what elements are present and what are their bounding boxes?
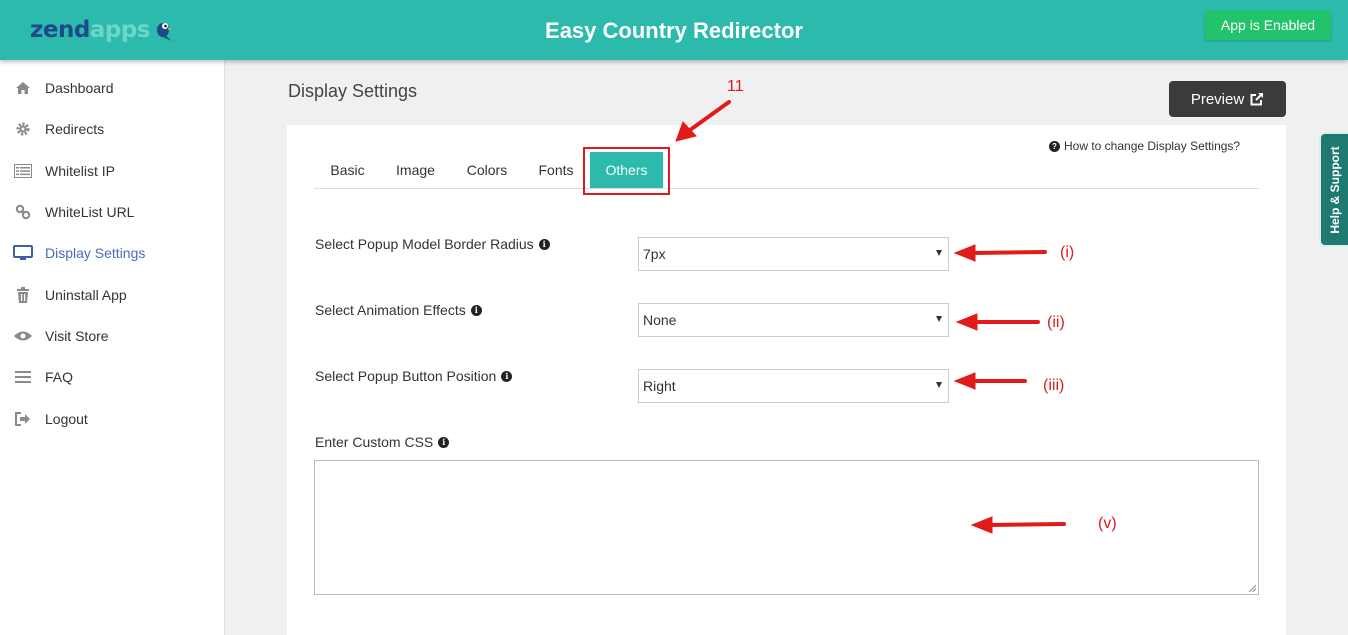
others-tab-highlight	[583, 147, 670, 195]
external-link-icon	[1250, 92, 1264, 106]
tab-colors[interactable]: Colors	[455, 152, 519, 188]
tab-basic[interactable]: Basic	[316, 152, 379, 188]
sidebar-item-visit-store[interactable]: Visit Store	[0, 318, 224, 354]
link-icon	[13, 202, 33, 222]
sidebar: Dashboard Redirects Whitelist IP WhiteLi…	[0, 60, 225, 635]
step-number-annotation: 11	[727, 78, 744, 95]
app-title: Easy Country Redirector	[545, 18, 803, 43]
annotation-iii: (iii)	[1043, 377, 1065, 394]
sidebar-item-dashboard[interactable]: Dashboard	[0, 70, 224, 106]
annotation-ii: (ii)	[1047, 314, 1065, 331]
app-enabled-button[interactable]: App is Enabled	[1205, 10, 1331, 40]
eye-icon	[13, 326, 33, 346]
sidebar-item-whitelist-url[interactable]: WhiteList URL	[0, 194, 224, 230]
home-icon	[13, 78, 33, 98]
custom-css-textarea[interactable]	[314, 460, 1259, 595]
preview-button[interactable]: Preview	[1169, 81, 1286, 117]
caret-down-icon	[936, 250, 942, 256]
gear-icon	[13, 119, 33, 139]
help-link[interactable]: ? How to change Display Settings?	[1049, 139, 1240, 153]
resize-handle-icon[interactable]	[1248, 584, 1256, 592]
custom-css-label: Enter Custom CSS i	[315, 434, 450, 450]
monitor-icon	[13, 243, 33, 263]
trash-icon	[13, 285, 33, 305]
annotation-v: (v)	[1098, 515, 1117, 532]
page-title: Display Settings	[288, 81, 418, 101]
border-radius-select[interactable]: 7px	[638, 237, 949, 271]
caret-down-icon	[936, 382, 942, 388]
sidebar-item-redirects[interactable]: Redirects	[0, 111, 224, 147]
button-position-select[interactable]: Right	[638, 369, 949, 403]
info-icon[interactable]: i	[538, 238, 550, 250]
tab-image[interactable]: Image	[384, 152, 447, 188]
sidebar-item-logout[interactable]: Logout	[0, 401, 224, 437]
info-icon[interactable]: i	[470, 304, 482, 316]
animation-label: Select Animation Effects i	[315, 302, 482, 318]
sidebar-item-uninstall-app[interactable]: Uninstall App	[0, 277, 224, 313]
sidebar-item-display-settings[interactable]: Display Settings	[0, 235, 224, 271]
list-icon	[13, 161, 33, 181]
sidebar-item-whitelist-ip[interactable]: Whitelist IP	[0, 153, 224, 189]
annotation-i: (i)	[1060, 244, 1075, 261]
animation-select[interactable]: None	[638, 303, 949, 337]
app-header: zend apps Easy Country Redirector App is …	[0, 0, 1348, 60]
help-link-text: How to change Display Settings?	[1064, 139, 1241, 153]
tab-fonts[interactable]: Fonts	[527, 152, 585, 188]
info-icon[interactable]: i	[438, 436, 450, 448]
tabs-divider	[314, 188, 1259, 189]
caret-down-icon	[936, 316, 942, 322]
border-radius-label: Select Popup Model Border Radius i	[315, 236, 550, 252]
help-support-tab[interactable]: Help & Support	[1319, 132, 1348, 247]
sidebar-item-faq[interactable]: FAQ	[0, 359, 224, 395]
info-icon[interactable]: i	[501, 370, 513, 382]
button-position-label: Select Popup Button Position i	[315, 368, 513, 384]
bars-icon	[13, 367, 33, 387]
question-circle-icon: ?	[1049, 140, 1060, 152]
preview-label: Preview	[1190, 90, 1245, 108]
sign-out-icon	[13, 409, 33, 429]
